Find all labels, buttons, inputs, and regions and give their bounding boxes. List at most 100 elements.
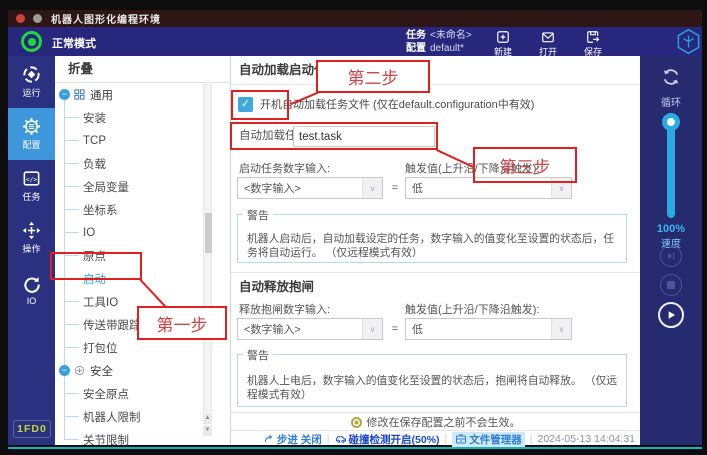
- scroll-down-button[interactable]: ▼: [203, 425, 212, 436]
- tree-item-label: 安装: [83, 110, 106, 126]
- tree-connector-line: [64, 117, 79, 118]
- collapse-toggle-icon[interactable]: −: [59, 89, 70, 100]
- start-di-label: 启动任务数字输入:: [239, 160, 330, 174]
- chevron-down-icon: ∨: [362, 178, 382, 198]
- sidebar-item-label: 配置: [22, 138, 40, 151]
- close-button[interactable]: [16, 14, 25, 23]
- code-task-icon: </>: [22, 169, 41, 188]
- file-manager-icon: [455, 433, 467, 445]
- open-file-icon: [541, 30, 555, 44]
- annotation-step3: 第三步: [473, 147, 577, 183]
- file-manager-button[interactable]: 文件管理器: [452, 432, 525, 447]
- status-note: 修改在保存配置之前不会生效。: [367, 414, 521, 430]
- annotation-box-task-file: [230, 122, 438, 150]
- loop-mode-button[interactable]: 循环: [640, 66, 702, 109]
- status-note-row: 修改在保存配置之前不会生效。: [231, 414, 640, 430]
- minimize-button[interactable]: [33, 14, 42, 23]
- loop-icon: [660, 66, 682, 88]
- tree-connector-line: [64, 393, 79, 394]
- sidebar-item-operate[interactable]: 操作: [8, 212, 55, 264]
- sidebar-item-label: 操作: [22, 242, 40, 255]
- header: 正常模式 任务<未命名> 配置default* 新建 打开 保存: [8, 27, 702, 56]
- tree-connector-line: [64, 301, 79, 302]
- chevron-down-icon: ∨: [551, 319, 571, 339]
- section-title-brake: 自动释放抱闸: [239, 273, 314, 301]
- tree-item-label: 安全原点: [83, 386, 129, 402]
- warning-title: 警告: [243, 207, 273, 223]
- status-badge: 1FD0: [13, 420, 51, 438]
- tree-connector-line: [64, 140, 79, 141]
- main-panel: 自动加载启动任务 ✓ 开机自动加载任务文件 (仅在default.configu…: [230, 56, 640, 445]
- skip-icon: [665, 250, 677, 262]
- warning-text-autoload: 机器人启动后，自动加载设定的任务，数字输入的值变化至设置的状态后，任务将自动运行…: [247, 232, 623, 260]
- mode-indicator-icon: [21, 31, 42, 52]
- open-button[interactable]: 打开: [530, 29, 566, 58]
- app-window: 机器人图形化编程环境 正常模式 任务<未命名> 配置default* 新建 打开…: [0, 0, 707, 455]
- warning-status-icon: [351, 417, 362, 428]
- save-icon: [586, 30, 600, 44]
- right-control-panel: 循环 100% 速度: [640, 56, 702, 445]
- tree-connector-line: [64, 186, 79, 187]
- gear-icon: [22, 117, 41, 136]
- step-forward-button[interactable]: [660, 245, 682, 267]
- step-mode-label: 步进 关闭: [277, 432, 322, 447]
- brand-logo-icon: [674, 28, 703, 55]
- sidebar-item-label: IO: [27, 296, 37, 306]
- brake-trigger-select[interactable]: 低 ∨: [405, 318, 572, 340]
- sidebar-item-task[interactable]: </> 任务: [8, 160, 55, 212]
- sidebar-item-config[interactable]: 配置: [8, 108, 55, 160]
- tree-connector-line: [64, 232, 79, 233]
- statusbar-divider: |: [327, 433, 330, 445]
- speed-value: 100%: [640, 223, 702, 235]
- play-button[interactable]: [658, 302, 684, 328]
- tree-item-label: 全局变量: [83, 179, 129, 195]
- new-file-icon: [496, 30, 510, 44]
- sidebar-item-run[interactable]: 运行: [8, 56, 55, 108]
- collision-detect-toggle[interactable]: 碰撞检测开启(50%): [335, 432, 440, 447]
- mode-label: 正常模式: [52, 35, 96, 51]
- tree-item-label: 关节限制: [83, 432, 129, 448]
- config-tree-panel: 折叠 − 通用 安装 TCP 负载 全局变量 坐标系 IO 原点 启动 工具IO…: [55, 56, 230, 445]
- tree-connector-line: [64, 163, 79, 164]
- tree-item-label: IO: [83, 227, 95, 239]
- left-nav: 运行 配置 </> 任务 操作 IO 1FD0: [8, 56, 55, 445]
- io-cycle-icon: [22, 275, 41, 294]
- tree-scrollbar[interactable]: [203, 84, 212, 412]
- trigger-label: 触发值(上升沿/下降沿触发):: [405, 301, 539, 315]
- brake-di-select[interactable]: <数字输入> ∨: [237, 318, 383, 340]
- config-value: default*: [430, 43, 464, 54]
- loop-label: 循环: [640, 94, 702, 109]
- speed-slider-track[interactable]: [667, 122, 675, 218]
- scroll-up-button[interactable]: ▲: [203, 413, 212, 424]
- tree-group-label: 通用: [90, 87, 113, 103]
- grid-icon: [74, 89, 85, 100]
- tree-item-label: 机器人限制: [83, 409, 141, 425]
- tree-item-label: 坐标系: [83, 202, 118, 218]
- tree-item-label: 工具IO: [83, 294, 118, 310]
- move-arrows-icon: [22, 221, 41, 240]
- start-di-value: <数字输入>: [238, 180, 362, 196]
- save-button[interactable]: 保存: [575, 29, 611, 58]
- statusbar-divider: |: [445, 433, 448, 445]
- stop-button[interactable]: [660, 274, 682, 296]
- statusbar: 步进 关闭 | 碰撞检测开启(50%) | 文件管理器 | 2024-05-13…: [263, 432, 635, 446]
- annotation-step1: 第一步: [137, 306, 227, 340]
- statusbar-timestamp: 2024-05-13 14:04:31: [538, 433, 636, 445]
- tree-scrollbar-thumb[interactable]: [205, 213, 212, 253]
- tree-item-label: 负载: [83, 156, 106, 172]
- safety-crosshair-icon: [74, 365, 85, 376]
- speed-slider-handle[interactable]: [662, 113, 680, 131]
- collapse-toggle-icon[interactable]: −: [59, 365, 70, 376]
- tree-collapse-header[interactable]: 折叠: [55, 56, 230, 83]
- start-di-select[interactable]: <数字输入> ∨: [237, 177, 383, 199]
- warning-title: 警告: [243, 347, 273, 363]
- new-button[interactable]: 新建: [485, 29, 521, 58]
- sidebar-item-io[interactable]: IO: [8, 264, 55, 316]
- annotation-box-startup-item: [50, 252, 142, 280]
- window-bottom-edge: [8, 447, 702, 449]
- mode-indicator-dot: [28, 38, 36, 46]
- tree-connector-line: [64, 416, 79, 417]
- config-label: 配置: [406, 43, 426, 54]
- step-mode-toggle[interactable]: 步进 关闭: [263, 432, 322, 447]
- task-config-info: 任务<未命名> 配置default*: [406, 29, 472, 55]
